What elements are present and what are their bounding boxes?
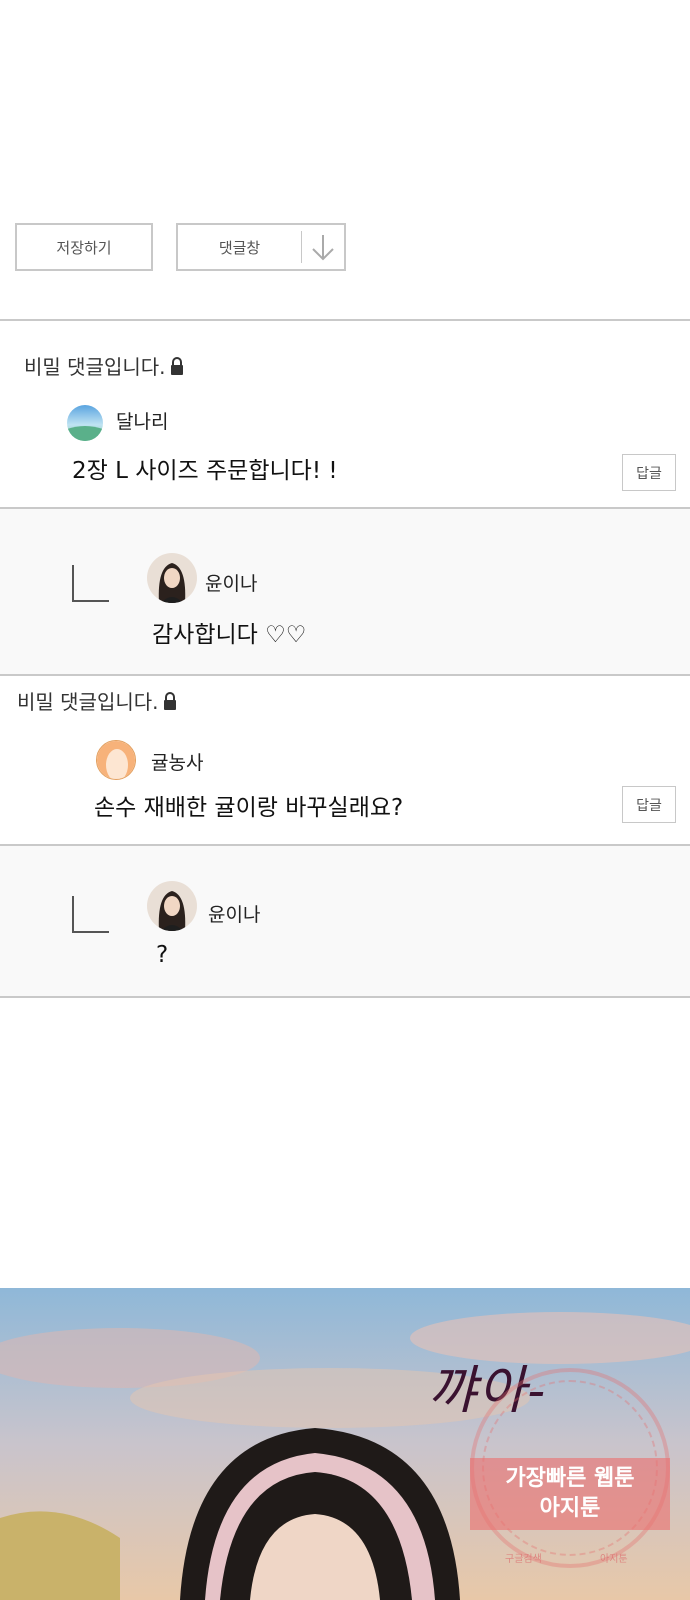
lock-icon bbox=[163, 691, 177, 710]
action-toolbar: 저장하기 댓글창 bbox=[15, 223, 675, 271]
comment-text: 손수 재배한 귤이랑 바꾸실래요? bbox=[94, 795, 404, 821]
section-divider bbox=[0, 996, 690, 998]
comment-text: 2장 L 사이즈 주문합니다! ! bbox=[72, 458, 338, 484]
reply-button[interactable]: 답글 bbox=[622, 786, 676, 823]
comment-item: 비밀 댓글입니다. 귤농사 손수 재배한 귤이랑 바꾸실래요? 답글 bbox=[0, 676, 690, 844]
reply-author[interactable]: 윤이나 bbox=[205, 569, 257, 596]
avatar[interactable] bbox=[147, 881, 197, 931]
reply-indent-icon bbox=[72, 565, 109, 602]
reply-text: ? bbox=[156, 942, 169, 968]
secret-comment-notice: 비밀 댓글입니다. bbox=[24, 351, 184, 380]
lock-icon bbox=[170, 356, 184, 375]
avatar[interactable] bbox=[96, 740, 136, 780]
comments-button[interactable]: 댓글창 bbox=[176, 223, 346, 271]
save-button[interactable]: 저장하기 bbox=[15, 223, 153, 271]
save-button-label: 저장하기 bbox=[56, 238, 112, 257]
reply-item: 윤이나 감사합니다 ♡♡ bbox=[0, 509, 690, 674]
arrow-down-icon bbox=[302, 225, 344, 269]
watermark-line1: 가장빠른 웹툰 bbox=[505, 1466, 635, 1491]
watermark-line2: 아지툰 bbox=[539, 1496, 601, 1521]
reply-button-label: 답글 bbox=[636, 797, 662, 814]
watermark-banner: 가장빠른 웹툰 아지툰 bbox=[470, 1458, 670, 1530]
watermark-small-left: 구글검색 bbox=[505, 1554, 542, 1565]
comment-item: 비밀 댓글입니다. 달나리 2장 L 사이즈 주문합니다! ! 답글 bbox=[0, 321, 690, 507]
comment-author[interactable]: 달나리 bbox=[116, 407, 168, 434]
reply-button-label: 답글 bbox=[636, 465, 662, 482]
webtoon-panel: 꺄아- 가장빠른 웹툰 아지툰 구글검색 아지툰 bbox=[0, 1288, 690, 1600]
comments-button-label: 댓글창 bbox=[218, 238, 261, 257]
reply-author[interactable]: 윤이나 bbox=[208, 900, 260, 927]
secret-comment-label: 비밀 댓글입니다. bbox=[17, 690, 159, 714]
reply-button[interactable]: 답글 bbox=[622, 454, 676, 491]
reply-indent-icon bbox=[72, 896, 109, 933]
reply-item: 윤이나 ? bbox=[0, 846, 690, 996]
secret-comment-label: 비밀 댓글입니다. bbox=[24, 355, 166, 379]
avatar[interactable] bbox=[67, 405, 103, 441]
secret-comment-notice: 비밀 댓글입니다. bbox=[17, 686, 177, 715]
reply-text: 감사합니다 ♡♡ bbox=[152, 622, 307, 648]
comment-author[interactable]: 귤농사 bbox=[151, 748, 203, 775]
avatar[interactable] bbox=[147, 553, 197, 603]
watermark-small-right: 아지툰 bbox=[600, 1554, 628, 1565]
